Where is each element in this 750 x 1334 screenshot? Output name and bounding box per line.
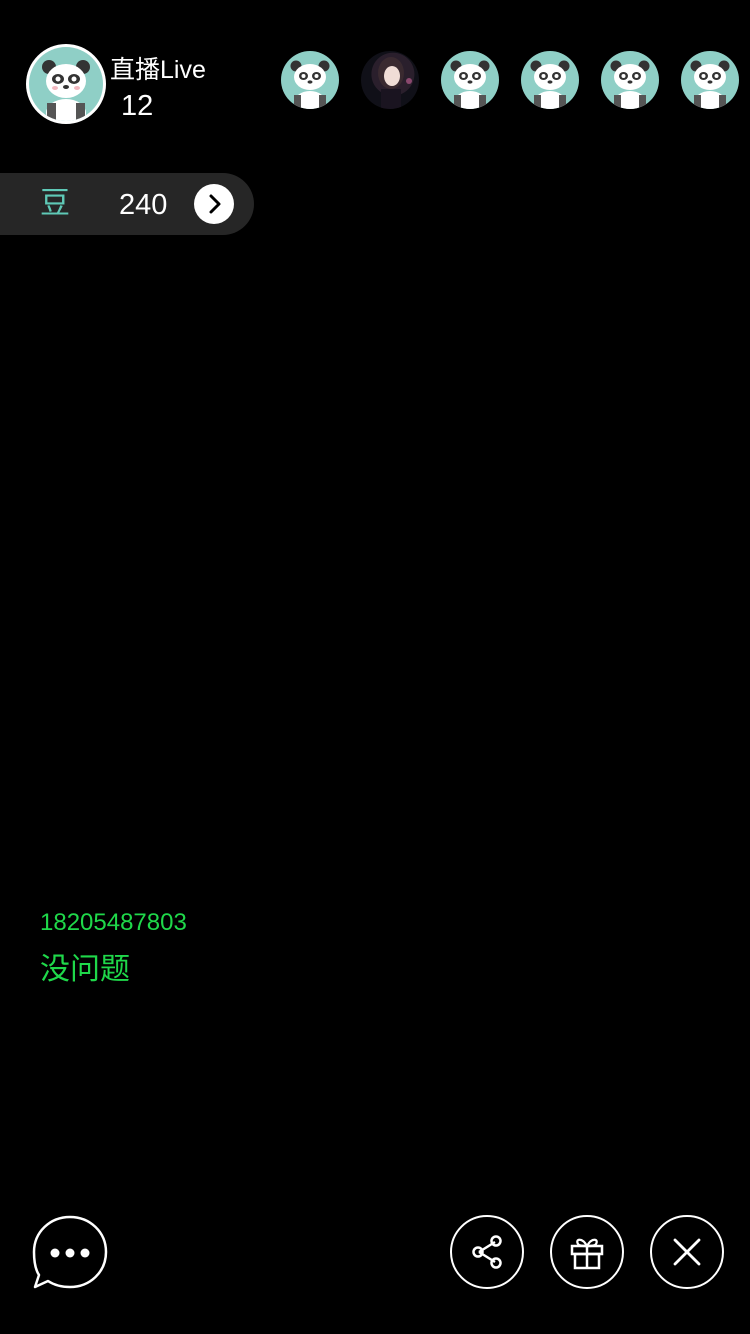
chat-bubble-icon [32,1215,108,1289]
panda-avatar-icon [29,47,103,121]
share-button[interactable] [450,1215,524,1289]
user-photo-avatar[interactable] [361,51,419,109]
viewer-avatar[interactable] [521,51,579,109]
panda-avatar-icon [610,60,650,109]
viewer-avatar[interactable] [281,51,339,109]
share-icon [472,1235,502,1269]
host-title: 直播Live [110,56,206,84]
panda-avatar-icon [690,60,730,109]
panda-avatar-icon [530,60,570,109]
close-button[interactable] [650,1215,724,1289]
beans-label: 豆 [40,187,70,220]
viewer-count: 12 [121,90,154,122]
chat-username: 18205487803 [40,909,187,936]
user-photo-avatar-image [378,57,412,109]
viewer-avatar[interactable] [441,51,499,109]
viewer-avatar[interactable] [681,51,739,109]
panda-avatar-icon [450,60,490,109]
gift-button[interactable] [550,1215,624,1289]
viewer-avatar[interactable] [601,51,659,109]
chat-message: 没问题 [40,953,130,986]
chat-button[interactable] [30,1213,110,1293]
close-icon [673,1238,701,1266]
gift-icon [570,1238,604,1270]
host-avatar[interactable] [26,44,106,124]
beans-count: 240 [119,189,168,221]
panda-avatar-icon [290,60,330,109]
chevron-right-icon[interactable] [194,184,234,224]
